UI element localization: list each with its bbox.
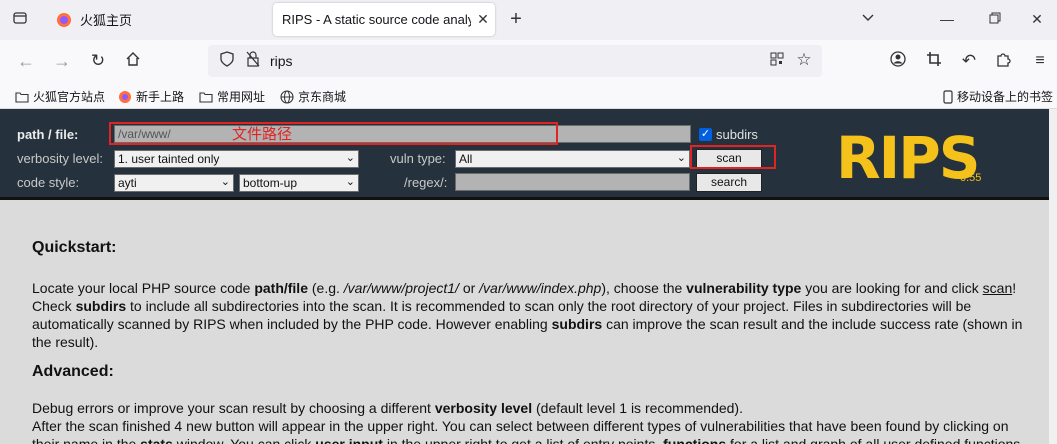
- folder-icon: [199, 90, 213, 104]
- intro-text: Quickstart: Locate your local PHP source…: [32, 239, 1037, 444]
- page-content: path / file: /var/www/ 文件路径 ✓ subdirs ve…: [0, 109, 1049, 444]
- annotation-box: [690, 145, 776, 169]
- shield-icon[interactable]: [218, 51, 236, 72]
- text-run: (e.g.: [307, 280, 344, 296]
- account-icon[interactable]: [888, 51, 908, 72]
- bookmarks-bar: 火狐官方站点 新手上路 常用网址 京东商城 移动设备上的书签: [0, 82, 1057, 109]
- bookmark-item[interactable]: 新手上路: [118, 88, 184, 105]
- undo-icon[interactable]: ↶: [959, 51, 979, 71]
- bold-text: subdirs: [75, 298, 127, 314]
- advanced-heading: Advanced:: [32, 363, 114, 380]
- regex-label: /regex/:: [404, 175, 448, 190]
- version-label: 0.55: [960, 172, 982, 184]
- extensions-icon[interactable]: [993, 51, 1013, 72]
- chevron-down-icon: ⌄: [676, 152, 686, 164]
- vuln-type-select[interactable]: All ⌄: [455, 150, 690, 168]
- permissions-icon[interactable]: [244, 51, 262, 72]
- scan-link[interactable]: scan: [983, 280, 1013, 296]
- text-run: you are looking for and click: [801, 280, 983, 296]
- tab-title: 火狐主页: [80, 13, 133, 28]
- path-label: path / file:: [17, 127, 79, 142]
- regex-input[interactable]: [455, 173, 690, 191]
- bookmark-star-icon[interactable]: ☆: [795, 50, 813, 70]
- text-run: window. You can click: [172, 436, 316, 444]
- verbosity-select[interactable]: 1. user tainted only ⌄: [114, 150, 359, 168]
- verbosity-label: verbosity level:: [17, 151, 103, 166]
- chevron-down-icon: ⌄: [345, 152, 355, 164]
- bold-text: vulnerability type: [686, 280, 802, 296]
- list-all-tabs-icon[interactable]: [858, 9, 878, 29]
- subdirs-label: subdirs: [716, 127, 758, 142]
- bold-text: subdirs: [551, 316, 603, 332]
- firefox-icon: [56, 12, 72, 28]
- back-icon[interactable]: ←: [16, 51, 36, 71]
- qr-code-icon[interactable]: [768, 51, 786, 71]
- italic-text: /var/www/index.php: [479, 280, 602, 296]
- bold-text: functions: [663, 436, 727, 444]
- text-run: for a list and graph of all user defined…: [726, 436, 1021, 444]
- chevron-down-icon: ⌄: [345, 176, 355, 188]
- menu-icon[interactable]: ≡: [1030, 51, 1050, 71]
- path-annotation: 文件路径: [232, 126, 293, 143]
- forward-icon[interactable]: →: [52, 51, 72, 71]
- rips-logo: RIPS: [836, 124, 981, 192]
- bold-text: stats: [140, 436, 173, 444]
- text-run: or: [458, 280, 480, 296]
- tab-firefox-home[interactable]: 火狐主页: [46, 3, 266, 36]
- tab-title: RIPS - A static source code analyser for…: [282, 12, 471, 27]
- close-tab-icon[interactable]: ✕: [471, 11, 495, 28]
- mobile-bookmarks[interactable]: 移动设备上的书签: [943, 88, 1053, 105]
- screenshot-icon[interactable]: [924, 51, 944, 72]
- mobile-icon: [943, 89, 953, 104]
- minimize-icon[interactable]: —: [937, 9, 957, 29]
- quickstart-paragraph: Locate your local PHP source code path/f…: [32, 279, 1037, 351]
- bookmark-item[interactable]: 京东商城: [280, 88, 346, 105]
- new-tab-icon[interactable]: +: [506, 9, 526, 29]
- close-window-icon[interactable]: ✕: [1027, 9, 1047, 29]
- bold-text: verbosity level: [434, 400, 533, 416]
- advanced-paragraph: Debug errors or improve your scan result…: [32, 399, 1037, 444]
- chevron-down-icon: ⌄: [220, 176, 230, 188]
- tab-list-icon[interactable]: [10, 10, 30, 31]
- subdirs-checkbox[interactable]: ✓: [699, 128, 712, 141]
- firefox-icon: [118, 90, 132, 104]
- text-run: in the upper right to get a list of entr…: [382, 436, 664, 444]
- annotation-box: [109, 122, 558, 145]
- globe-icon: [280, 89, 294, 104]
- navigation-bar: ← → ↻ rips ☆ ↶ ≡: [0, 40, 1057, 82]
- url-bar[interactable]: rips ☆: [208, 45, 822, 77]
- code-style-label: code style:: [17, 175, 80, 190]
- rips-header: path / file: /var/www/ 文件路径 ✓ subdirs ve…: [0, 109, 1049, 200]
- order-select[interactable]: bottom-up ⌄: [239, 174, 359, 192]
- search-button[interactable]: search: [696, 173, 762, 192]
- text-run: ), choose the: [601, 280, 687, 296]
- bold-text: path/file: [254, 280, 308, 296]
- bold-text: user input: [315, 436, 383, 444]
- bookmark-item[interactable]: 火狐官方站点: [15, 88, 105, 105]
- vuln-type-label: vuln type:: [390, 151, 446, 166]
- tab-rips[interactable]: RIPS - A static source code analyser for…: [273, 3, 495, 36]
- scrollbar[interactable]: [1049, 109, 1057, 444]
- quickstart-heading: Quickstart:: [32, 239, 117, 256]
- italic-text: /var/www/project1/: [343, 280, 459, 296]
- url-text[interactable]: rips: [270, 53, 293, 69]
- tab-bar: 火狐主页 RIPS - A static source code analyse…: [0, 0, 1057, 40]
- text-run: (default level 1 is recommended).: [532, 400, 743, 416]
- text-run: Debug errors or improve your scan result…: [32, 400, 435, 416]
- restore-icon[interactable]: [985, 9, 1005, 29]
- text-run: Locate your local PHP source code: [32, 280, 255, 296]
- bookmark-item[interactable]: 常用网址: [199, 88, 265, 105]
- home-icon[interactable]: [123, 51, 143, 72]
- folder-icon: [15, 90, 29, 104]
- code-style-select[interactable]: ayti ⌄: [114, 174, 234, 192]
- reload-icon[interactable]: ↻: [88, 51, 108, 71]
